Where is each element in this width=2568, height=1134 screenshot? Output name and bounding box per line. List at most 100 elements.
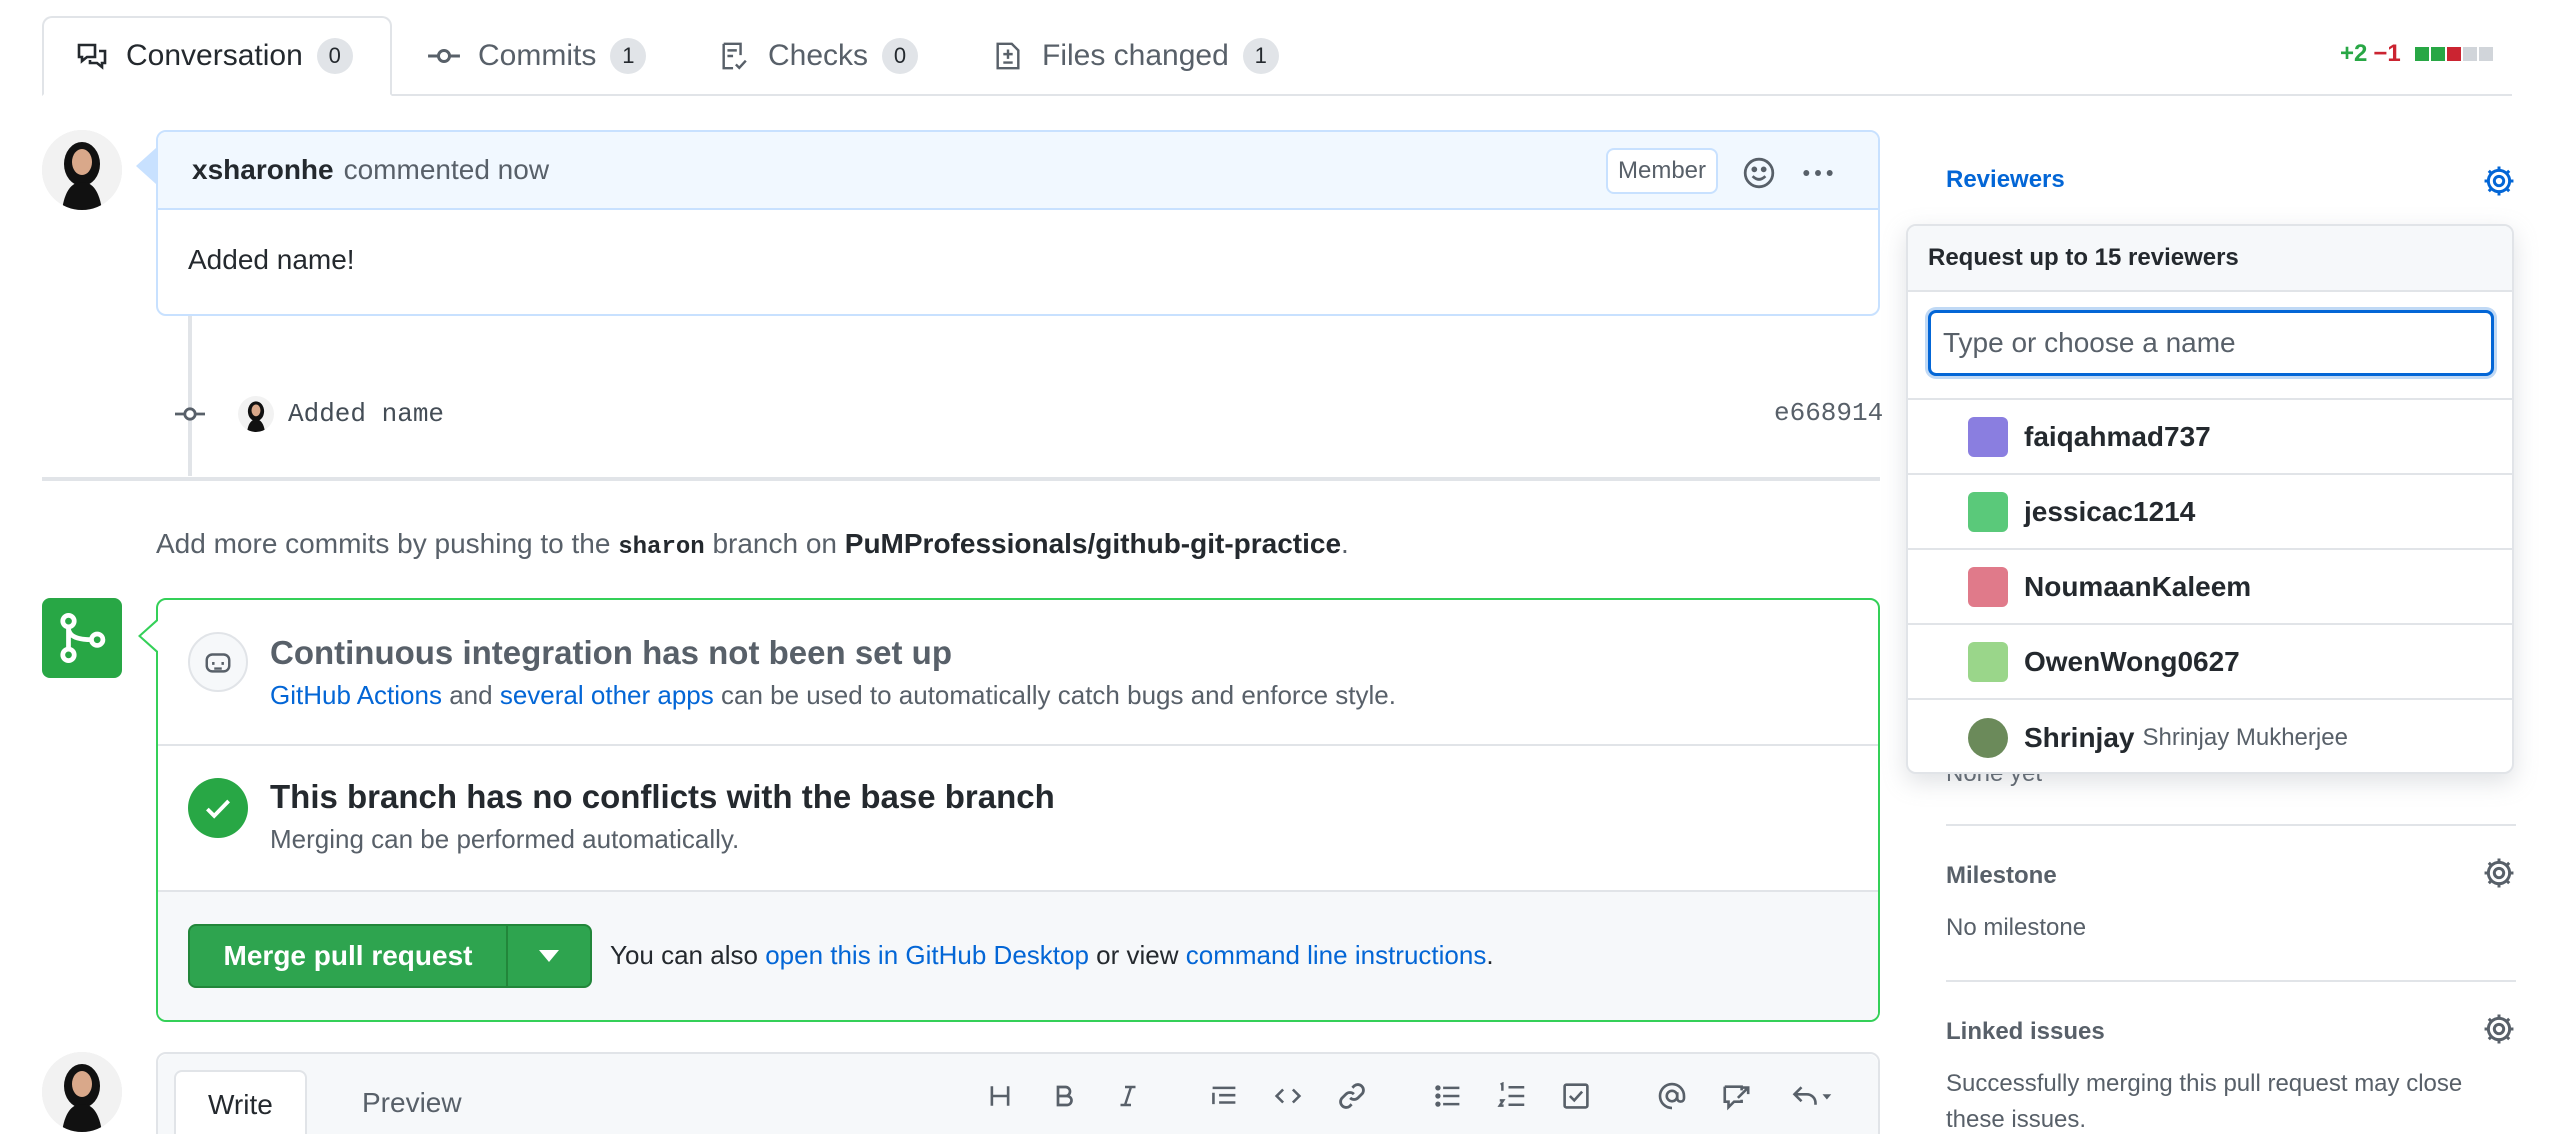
reviewer-option[interactable]: Shrinjay Shrinjay Mukherjee [1908, 700, 2512, 772]
reviewer-option[interactable]: faiqahmad737 [1908, 400, 2512, 475]
commit-message[interactable]: Added name [288, 399, 444, 429]
reviewer-full-name: Shrinjay Mukherjee [2142, 723, 2348, 751]
member-badge: Member [1606, 148, 1719, 194]
italic-icon[interactable] [1108, 1076, 1148, 1116]
tab-conversation[interactable]: Conversation 0 [42, 16, 392, 96]
quote-icon[interactable] [1204, 1076, 1244, 1116]
link-icon[interactable] [1332, 1076, 1372, 1116]
push-info-suffix: . [1341, 528, 1349, 559]
push-info: Add more commits by pushing to the sharo… [156, 528, 1349, 561]
comment-discussion-icon [74, 38, 110, 74]
other-apps-link[interactable]: several other apps [500, 680, 714, 710]
commit-sha[interactable]: e668914 [1774, 398, 1883, 428]
avatar[interactable] [42, 1052, 122, 1132]
push-info-middle: branch on [712, 528, 837, 559]
conflict-subtitle: Merging can be performed automatically. [270, 824, 740, 854]
reviewer-select-menu: Request up to 15 reviewers faiqahmad737 j… [1906, 224, 2514, 774]
merge-dropdown-button[interactable] [508, 950, 590, 962]
diffstat-block [2414, 47, 2429, 61]
reviewer-avatar [1968, 416, 2008, 457]
comment-header: xsharonhe commented now Member [158, 132, 1878, 210]
linked-issues-value: these issues. [1946, 1106, 2087, 1133]
kebab-horizontal-icon[interactable] [1800, 156, 1836, 197]
diffstat-block [2478, 47, 2493, 61]
bold-icon[interactable] [1044, 1076, 1084, 1116]
comment-author[interactable]: xsharonhe [192, 154, 334, 186]
tab-preview[interactable]: Preview [330, 1070, 494, 1134]
commit-avatar[interactable] [238, 396, 274, 432]
reviewer-avatar [1968, 641, 2008, 682]
tab-counter: 0 [316, 38, 353, 74]
merge-also-suffix: . [1486, 940, 1494, 970]
tab-counter: 0 [882, 38, 919, 74]
unordered-list-icon[interactable] [1428, 1076, 1468, 1116]
tab-write[interactable]: Write [174, 1070, 307, 1134]
merge-also-prefix: You can also [610, 940, 758, 970]
triangle-down-icon [539, 950, 559, 962]
tab-checks[interactable]: Checks 0 [686, 16, 948, 96]
comment: xsharonhe commented now Member Added nam… [156, 130, 1880, 316]
reviewer-menu-header: Request up to 15 reviewers [1908, 226, 2512, 292]
reviewers-title[interactable]: Reviewers [1946, 166, 2065, 194]
tab-files-changed[interactable]: Files changed 1 [960, 16, 1309, 96]
merge-button-label[interactable]: Merge pull request [190, 926, 508, 986]
avatar[interactable] [42, 130, 122, 210]
ci-description: GitHub Actions and several other apps ca… [270, 680, 1396, 711]
reviewer-option[interactable]: NoumaanKaleem [1908, 550, 2512, 625]
reviewer-avatar [1968, 491, 2008, 532]
diffstat-additions: +2 [2340, 40, 2368, 67]
code-icon[interactable] [1268, 1076, 1308, 1116]
merge-box: Continuous integration has not been set … [156, 598, 1880, 1022]
git-merge-icon [42, 598, 122, 678]
merge-pull-request-button[interactable]: Merge pull request [188, 924, 592, 988]
git-commit-icon [172, 398, 208, 435]
reviewer-option[interactable]: OwenWong0627 [1908, 625, 2512, 700]
ci-and: and [449, 680, 493, 710]
gear-icon[interactable] [2482, 1012, 2516, 1051]
copilot-robot-icon [188, 632, 248, 692]
command-line-link[interactable]: command line instructions [1186, 940, 1487, 970]
gear-icon[interactable] [2482, 164, 2516, 203]
comment-timestamp[interactable]: commented now [344, 154, 549, 186]
github-actions-link[interactable]: GitHub Actions [270, 680, 442, 710]
milestone-value: No milestone [1946, 914, 2087, 941]
diffstat-block [2446, 47, 2461, 61]
tab-commits[interactable]: Commits 1 [396, 16, 676, 96]
gear-icon[interactable] [2482, 856, 2516, 895]
sidebar-separator [1946, 980, 2516, 982]
mention-icon[interactable] [1652, 1076, 1692, 1116]
commit-row: Added name [238, 390, 444, 438]
git-commit-icon [426, 38, 462, 74]
ci-section: Continuous integration has not been set … [158, 600, 1878, 746]
reviewer-search-input[interactable] [1928, 310, 2494, 376]
editor-tabs: Write Preview [158, 1054, 1878, 1134]
smiley-icon[interactable] [1742, 156, 1776, 197]
task-list-icon[interactable] [1556, 1076, 1596, 1116]
reviewer-option[interactable]: jessicac1214 [1908, 475, 2512, 550]
branch-name: sharon [618, 534, 705, 561]
heading-icon[interactable] [980, 1076, 1020, 1116]
repo-name: PuMProfessionals/github-git-practice [844, 528, 1342, 559]
reviewer-login: faiqahmad737 [2024, 420, 2211, 452]
reviewer-login: NoumaanKaleem [2024, 570, 2252, 602]
tab-counter: 1 [1242, 38, 1279, 74]
reviewer-filter [1908, 292, 2512, 400]
reviewer-login: Shrinjay [2024, 721, 2135, 753]
ordered-list-icon[interactable] [1492, 1076, 1532, 1116]
diffstat-block [2462, 47, 2477, 61]
cross-reference-icon[interactable] [1716, 1076, 1756, 1116]
mergebox-caret-fill [141, 620, 159, 652]
comment-body: Added name! [188, 244, 355, 275]
tab-label: Conversation [126, 39, 303, 72]
tab-counter: 1 [610, 38, 647, 74]
timeline-line [188, 316, 192, 476]
reviewer-login: jessicac1214 [2024, 495, 2196, 527]
ci-title: Continuous integration has not been set … [270, 634, 952, 671]
github-desktop-link[interactable]: open this in GitHub Desktop [765, 940, 1089, 970]
tab-label: Commits [478, 39, 597, 72]
sidebar-separator [1946, 824, 2516, 826]
reviewer-login: OwenWong0627 [2024, 645, 2240, 677]
milestone-title[interactable]: Milestone [1946, 862, 2057, 890]
linked-issues-title[interactable]: Linked issues [1946, 1018, 2105, 1046]
reply-icon[interactable] [1782, 1076, 1842, 1116]
